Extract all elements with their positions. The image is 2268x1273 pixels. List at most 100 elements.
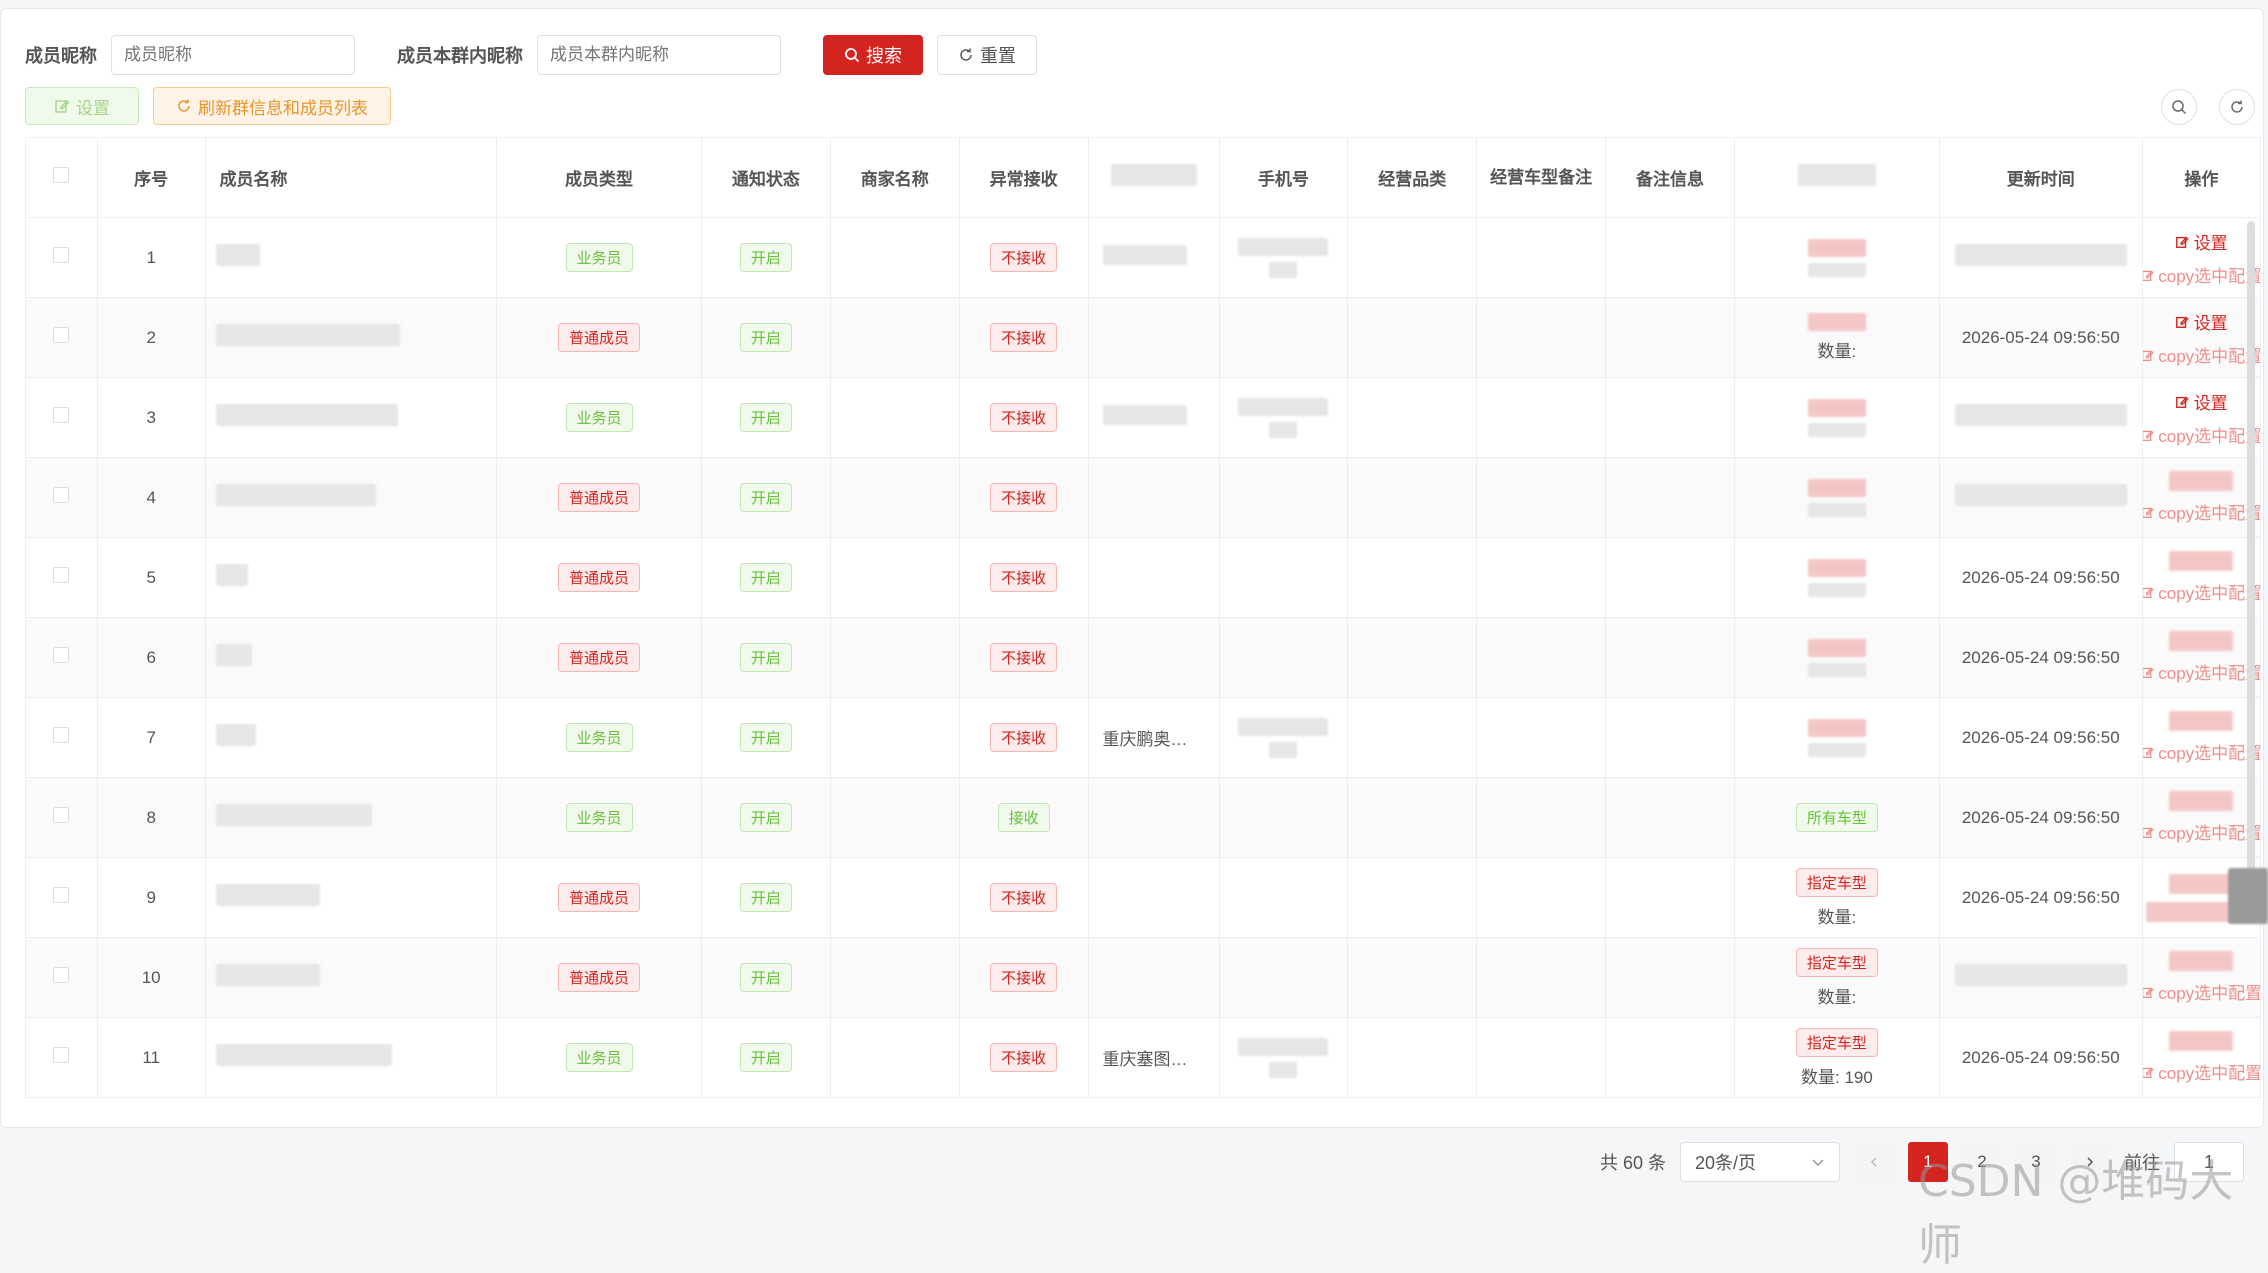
group-nickname-input[interactable] [537, 35, 781, 75]
vehicle-cell: 数量: [1733, 297, 1940, 378]
notify-status-tag: 开启 [739, 963, 792, 992]
refresh-table-button[interactable] [2219, 89, 2255, 125]
refresh-group-button[interactable]: 刷新群信息和成员列表 [153, 87, 391, 125]
nickname-input[interactable] [111, 35, 355, 75]
row-checkbox[interactable] [53, 407, 70, 423]
member-name-cell [204, 937, 498, 1018]
vehicle-cell [1733, 537, 1940, 618]
row-copy-config-link[interactable]: copy选中配置 [2143, 1059, 2259, 1084]
row-select-cell[interactable] [25, 537, 98, 618]
member-name-cell [204, 697, 498, 778]
row-checkbox[interactable] [53, 647, 70, 663]
exception-tag: 不接收 [990, 403, 1058, 432]
notify-status-tag: 开启 [739, 803, 792, 832]
vehicle-remark-cell [1476, 697, 1607, 778]
row-checkbox[interactable] [53, 967, 70, 983]
row-index: 1 [96, 217, 206, 298]
row-checkbox[interactable] [53, 247, 70, 263]
search-button[interactable]: 搜索 [823, 35, 923, 75]
page-button-2[interactable]: 2 [1962, 1142, 2003, 1182]
jump-page-input[interactable]: 1 [2174, 1142, 2245, 1182]
redacted-cell [1087, 217, 1220, 298]
row-checkbox[interactable] [53, 807, 70, 823]
pagination-total: 共 60 条 [1600, 1153, 1667, 1173]
phone-cell [1218, 617, 1349, 698]
row-select-cell[interactable] [25, 857, 98, 938]
row-copy-config-link[interactable]: copy选中配置 [2143, 422, 2261, 447]
table-scrollbar[interactable] [2247, 221, 2255, 881]
row-checkbox[interactable] [53, 327, 70, 343]
page-button-1[interactable]: 1 [1908, 1142, 1949, 1182]
category-cell [1347, 457, 1478, 538]
redacted-cell: 重庆塞图… [1087, 1017, 1220, 1098]
select-all-checkbox[interactable] [53, 167, 70, 183]
row-copy-config-link[interactable]: copy选中配置 [2143, 579, 2259, 604]
exception-cell: 不接收 [958, 937, 1089, 1018]
row-select-cell[interactable] [25, 1017, 98, 1098]
prev-page-button[interactable] [1854, 1142, 1895, 1182]
row-copy-config-label: copy选中配置 [2158, 266, 2261, 286]
header-cell-redacted [1087, 137, 1220, 218]
phone-cell [1218, 937, 1349, 1018]
row-copy-config-link[interactable]: copy选中配置 [2143, 819, 2259, 844]
notify-status-tag: 开启 [739, 483, 792, 512]
row-select-cell[interactable] [25, 937, 98, 1018]
updated-time: 2026-05-24 09:56:50 [1961, 647, 2120, 667]
row-select-cell[interactable] [25, 617, 98, 698]
row-copy-config-link[interactable]: copy选中配置 [2143, 499, 2259, 524]
page-button-3[interactable]: 3 [2016, 1142, 2057, 1182]
row-select-cell[interactable] [25, 457, 98, 538]
vehicle-tag: 指定车型 [1795, 947, 1878, 977]
exception-tag: 不接收 [990, 243, 1058, 272]
table-row: 6 普通成员 开启 不接收 2026-05-24 09:56:50 copy选中配置 [25, 617, 2262, 698]
header-select-all[interactable] [25, 137, 98, 218]
row-select-cell[interactable] [25, 217, 98, 298]
row-copy-config-link[interactable]: copy选中配置 [2143, 342, 2259, 367]
updated-time: 2026-05-24 09:56:50 [1961, 887, 2120, 907]
row-select-cell[interactable] [25, 777, 98, 858]
row-index: 11 [96, 1017, 206, 1098]
notify-status-tag: 开启 [739, 403, 792, 432]
updated-time-cell [1938, 377, 2143, 458]
notify-status-tag: 开启 [739, 723, 792, 752]
edit-icon [2143, 667, 2154, 679]
settings-button[interactable]: 设置 [25, 87, 139, 125]
row-settings-link[interactable]: 设置 [2175, 309, 2228, 334]
row-copy-config-link[interactable]: copy选中配置 [2143, 979, 2259, 1004]
redacted-cell [1087, 377, 1220, 458]
reset-button[interactable]: 重置 [937, 35, 1037, 75]
row-checkbox[interactable] [53, 567, 70, 583]
row-checkbox[interactable] [53, 887, 70, 903]
row-copy-config-link[interactable]: copy选中配置 [2143, 739, 2259, 764]
row-settings-label: 设置 [2193, 233, 2228, 253]
header-cell: 更新时间 [1938, 137, 2143, 218]
toggle-search-button[interactable] [2161, 89, 2197, 125]
row-settings-link[interactable]: 设置 [2175, 229, 2228, 254]
member-type-cell: 业务员 [496, 217, 702, 298]
merchant-name-cell [829, 537, 960, 618]
reset-button-label: 重置 [980, 46, 1016, 66]
row-checkbox[interactable] [53, 727, 70, 743]
row-checkbox[interactable] [53, 487, 70, 503]
exception-cell: 不接收 [958, 857, 1089, 938]
notify-cell: 开启 [700, 857, 831, 938]
row-settings-label: 设置 [2193, 393, 2228, 413]
row-select-cell[interactable] [25, 377, 98, 458]
row-copy-config-label: copy选中配置 [2158, 426, 2261, 446]
member-type-tag: 业务员 [565, 403, 633, 432]
row-checkbox[interactable] [53, 1047, 70, 1063]
page-size-select[interactable]: 20条/页 [1680, 1142, 1841, 1182]
row-copy-config-link[interactable]: copy选中配置 [2143, 659, 2259, 684]
chevron-right-icon [2087, 1157, 2094, 1167]
member-name-cell [204, 617, 498, 698]
row-select-cell[interactable] [25, 297, 98, 378]
notify-status-tag: 开启 [739, 323, 792, 352]
row-settings-link[interactable]: 设置 [2175, 389, 2228, 414]
next-page-button[interactable] [2070, 1142, 2111, 1182]
row-copy-config-link[interactable]: copy选中配置 [2143, 262, 2261, 287]
redacted-cell [1087, 297, 1220, 378]
exception-tag: 不接收 [990, 1043, 1058, 1072]
row-select-cell[interactable] [25, 697, 98, 778]
main-panel: 成员昵称 成员本群内昵称 搜索 重置 设置 刷新群信息和成员列表 [0, 8, 2264, 1128]
redacted-cell [1087, 937, 1220, 1018]
